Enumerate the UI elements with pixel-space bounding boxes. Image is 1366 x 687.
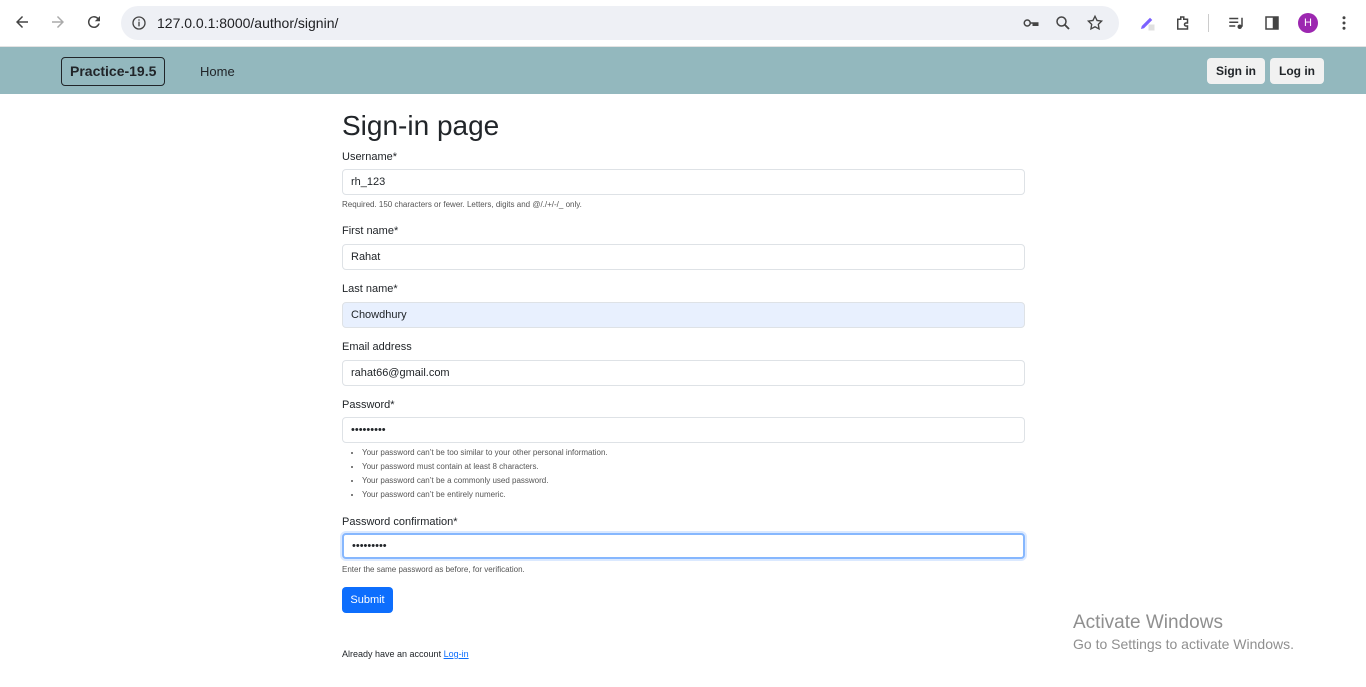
arrow-left-icon	[16, 16, 28, 28]
first-name-field[interactable]: Rahat	[342, 244, 1025, 270]
forward-button[interactable]	[44, 8, 72, 36]
password-label: Password*	[342, 399, 395, 411]
password-rule: Your password can’t be entirely numeric.	[362, 489, 608, 503]
password-field[interactable]: •••••••••	[342, 417, 1025, 443]
password-confirm-help: Enter the same password as before, for v…	[342, 565, 525, 574]
already-account-label: Already have an account	[342, 649, 442, 659]
signin-button[interactable]: Sign in	[1207, 58, 1265, 84]
nav-link-home[interactable]: Home	[200, 64, 235, 79]
username-label: Username*	[342, 151, 398, 163]
submit-button[interactable]: Submit	[342, 587, 393, 613]
login-link[interactable]: Log-in	[444, 649, 469, 659]
site-navbar: Practice-19.5 Home Sign in Log in	[0, 47, 1366, 94]
zoom-icon[interactable]	[1053, 13, 1073, 33]
back-button[interactable]	[8, 8, 36, 36]
activate-windows-watermark: Activate Windows Go to Settings to activ…	[1073, 612, 1294, 652]
extensions-puzzle-icon[interactable]	[1172, 12, 1194, 34]
email-label: Email address	[342, 341, 412, 353]
arrow-right-icon	[52, 16, 64, 28]
watermark-subtitle: Go to Settings to activate Windows.	[1073, 636, 1294, 652]
reload-icon	[87, 16, 100, 29]
page-title: Sign-in page	[342, 110, 500, 141]
password-confirm-field[interactable]: •••••••••	[342, 533, 1025, 559]
url-text: 127.0.0.1:8000/author/signin/	[157, 15, 339, 31]
first-name-label: First name*	[342, 225, 399, 237]
password-rule: Your password can’t be too similar to yo…	[362, 447, 608, 461]
address-bar[interactable]: 127.0.0.1:8000/author/signin/	[121, 6, 1119, 40]
email-field[interactable]: rahat66@gmail.com	[342, 360, 1025, 386]
profile-avatar[interactable]: H	[1298, 13, 1318, 33]
username-help: Required. 150 characters or fewer. Lette…	[342, 200, 582, 209]
toolbar-separator	[1208, 14, 1209, 32]
password-rules-list: Your password can’t be too similar to yo…	[362, 447, 608, 503]
brand-logo[interactable]: Practice-19.5	[61, 57, 166, 86]
site-info-icon[interactable]	[129, 13, 149, 33]
reload-button[interactable]	[80, 8, 108, 36]
username-field[interactable]: rh_123	[342, 169, 1025, 195]
extension-pen-icon[interactable]	[1136, 12, 1158, 34]
media-control-icon[interactable]	[1225, 12, 1247, 34]
menu-kebab-icon[interactable]	[1333, 12, 1355, 34]
last-name-field[interactable]: Chowdhury	[342, 302, 1025, 328]
bookmark-star-icon[interactable]	[1085, 13, 1105, 33]
login-button[interactable]: Log in	[1270, 58, 1324, 84]
side-panel-icon[interactable]	[1261, 12, 1283, 34]
password-confirm-label: Password confirmation*	[342, 516, 458, 528]
watermark-title: Activate Windows	[1073, 612, 1223, 633]
browser-toolbar: 127.0.0.1:8000/author/signin/ H	[0, 0, 1366, 47]
password-rule: Your password can’t be a commonly used p…	[362, 475, 608, 489]
already-account-text: Already have an account Log-in	[342, 649, 469, 659]
last-name-label: Last name*	[342, 283, 398, 295]
password-rule: Your password must contain at least 8 ch…	[362, 461, 608, 475]
password-key-icon[interactable]	[1021, 13, 1041, 33]
